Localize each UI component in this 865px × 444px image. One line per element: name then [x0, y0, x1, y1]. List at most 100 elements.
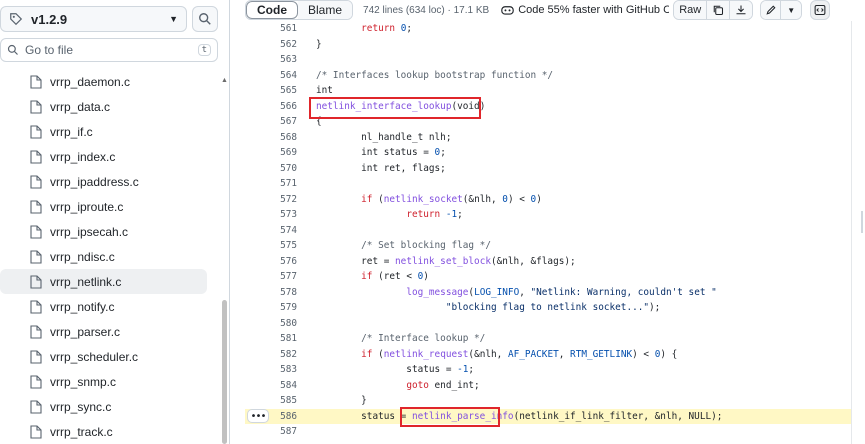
- symbols-panel-button[interactable]: [810, 0, 831, 20]
- line-number[interactable]: 582: [245, 349, 297, 360]
- code-line[interactable]: 570 int ret, flags;: [245, 161, 851, 177]
- line-number[interactable]: 565: [245, 85, 297, 96]
- file-tree-item[interactable]: vrrp_daemon.c: [0, 69, 220, 94]
- code-line[interactable]: 581 /* Interface lookup */: [245, 331, 851, 347]
- branch-selector[interactable]: v1.2.9 ▼: [0, 6, 187, 32]
- line-number[interactable]: 581: [245, 333, 297, 344]
- line-number[interactable]: 584: [245, 380, 297, 391]
- code-line[interactable]: 562}: [245, 37, 851, 53]
- shortcut-key: t: [197, 44, 211, 56]
- code-line[interactable]: 585 }: [245, 393, 851, 409]
- download-button[interactable]: [730, 1, 753, 19]
- edit-options-button[interactable]: ▼: [781, 1, 802, 19]
- code-line[interactable]: 582 if (netlink_request(&nlh, AF_PACKET,…: [245, 347, 851, 363]
- file-tree-item[interactable]: vrrp_notify.c: [0, 294, 220, 319]
- raw-button[interactable]: Raw: [674, 1, 708, 19]
- file-tree-item[interactable]: vrrp_ipaddress.c: [0, 169, 220, 194]
- line-number[interactable]: 561: [245, 23, 297, 34]
- code-text: status = netlink_parse_info(netlink_if_l…: [316, 410, 723, 422]
- line-number[interactable]: 585: [245, 395, 297, 406]
- code-line[interactable]: 568 nl_handle_t nlh;: [245, 130, 851, 146]
- line-number[interactable]: 579: [245, 302, 297, 313]
- code-line[interactable]: 576 ret = netlink_set_block(&nlh, &flags…: [245, 254, 851, 270]
- copy-raw-button[interactable]: [707, 1, 731, 19]
- file-tree-item[interactable]: vrrp_track.c: [0, 419, 220, 444]
- line-number[interactable]: 571: [245, 178, 297, 189]
- code-text: }: [316, 395, 367, 407]
- line-number[interactable]: 575: [245, 240, 297, 251]
- line-number[interactable]: 583: [245, 364, 297, 375]
- file-icon: [30, 199, 42, 214]
- file-tree-item[interactable]: vrrp_parser.c: [0, 319, 220, 344]
- file-tree-item[interactable]: vrrp_if.c: [0, 119, 220, 144]
- line-number[interactable]: 568: [245, 132, 297, 143]
- copilot-promo-link[interactable]: Code 55% faster with GitHub Copilot: [501, 4, 669, 16]
- code-text: return -1;: [406, 209, 463, 221]
- file-tree-item[interactable]: vrrp_scheduler.c: [0, 344, 220, 369]
- code-line[interactable]: 561 return 0;: [245, 21, 851, 37]
- line-number[interactable]: 578: [245, 287, 297, 298]
- line-number[interactable]: 567: [245, 116, 297, 127]
- line-number[interactable]: 563: [245, 54, 297, 65]
- file-tree-item[interactable]: vrrp_netlink.c: [0, 269, 207, 294]
- code-line[interactable]: 580: [245, 316, 851, 332]
- code-line[interactable]: 584 goto end_int;: [245, 378, 851, 394]
- code-text: status = -1;: [316, 364, 475, 376]
- file-icon: [30, 224, 42, 239]
- code-text: nl_handle_t nlh;: [316, 131, 452, 143]
- code-line[interactable]: 579 "blocking flag to netlink socket..."…: [245, 300, 851, 316]
- line-number[interactable]: 577: [245, 271, 297, 282]
- line-number[interactable]: 574: [245, 225, 297, 236]
- file-icon: [30, 149, 42, 164]
- code-text: if (netlink_socket(&nlh, 0) < 0): [361, 193, 542, 205]
- line-number[interactable]: 566: [245, 101, 297, 112]
- file-tree-item[interactable]: vrrp_data.c: [0, 94, 220, 119]
- tab-blame[interactable]: Blame: [298, 1, 353, 19]
- line-number[interactable]: 587: [245, 426, 297, 437]
- file-icon: [30, 249, 42, 264]
- code-line[interactable]: 572 if (netlink_socket(&nlh, 0) < 0): [245, 192, 851, 208]
- code-line[interactable]: 586 status = netlink_parse_info(netlink_…: [245, 408, 851, 424]
- line-number[interactable]: 573: [245, 209, 297, 220]
- code-line[interactable]: 574: [245, 223, 851, 239]
- code-line[interactable]: 564 /* Interfaces lookup bootstrap functi…: [245, 68, 851, 84]
- code-scrollbar[interactable]: [851, 21, 865, 444]
- tab-code[interactable]: Code: [246, 1, 298, 19]
- file-tree-item[interactable]: vrrp_iproute.c: [0, 194, 220, 219]
- line-options-button[interactable]: •••: [247, 409, 269, 424]
- code-line[interactable]: 573 return -1;: [245, 207, 851, 223]
- code-text: return 0;: [361, 23, 412, 35]
- sidebar-scrollbar-thumb[interactable]: [222, 300, 227, 444]
- line-number[interactable]: 569: [245, 147, 297, 158]
- file-tree-item[interactable]: vrrp_sync.c: [0, 394, 220, 419]
- code-line[interactable]: 563: [245, 52, 851, 68]
- code-text: log_message(LOG_INFO, "Netlink: Warning,…: [406, 286, 717, 298]
- scroll-up-arrow[interactable]: ▲: [221, 77, 228, 84]
- symbols-panel-icon: [814, 4, 826, 16]
- code-line[interactable]: 569 int status = 0;: [245, 145, 851, 161]
- file-toolbar: Code Blame 742 lines (634 loc) · 17.1 KB…: [245, 0, 865, 20]
- branch-name: v1.2.9: [31, 11, 68, 27]
- line-number[interactable]: 580: [245, 318, 297, 329]
- file-icon: [30, 99, 42, 114]
- code-text: /* Interface lookup */: [316, 333, 486, 345]
- line-number[interactable]: 562: [245, 39, 297, 50]
- edit-file-button[interactable]: [761, 1, 782, 19]
- line-number[interactable]: 576: [245, 256, 297, 267]
- code-line[interactable]: 571: [245, 176, 851, 192]
- code-line[interactable]: 577 if (ret < 0): [245, 269, 851, 285]
- line-number[interactable]: 570: [245, 163, 297, 174]
- line-number[interactable]: 564: [245, 70, 297, 81]
- file-tree-item[interactable]: vrrp_index.c: [0, 144, 220, 169]
- go-to-file-input[interactable]: Go to file t: [0, 38, 218, 62]
- file-tree-item[interactable]: vrrp_ipsecah.c: [0, 219, 220, 244]
- code-line[interactable]: 578 log_message(LOG_INFO, "Netlink: Warn…: [245, 285, 851, 301]
- file-tree-item[interactable]: vrrp_snmp.c: [0, 369, 220, 394]
- code-line[interactable]: 583 status = -1;: [245, 362, 851, 378]
- line-number[interactable]: 572: [245, 194, 297, 205]
- code-line[interactable]: 575 /* Set blocking flag */: [245, 238, 851, 254]
- search-files-button[interactable]: [192, 6, 218, 32]
- file-tree-item[interactable]: vrrp_ndisc.c: [0, 244, 220, 269]
- annotation-box-parse-call: [400, 407, 500, 427]
- code-line[interactable]: 587: [245, 424, 851, 440]
